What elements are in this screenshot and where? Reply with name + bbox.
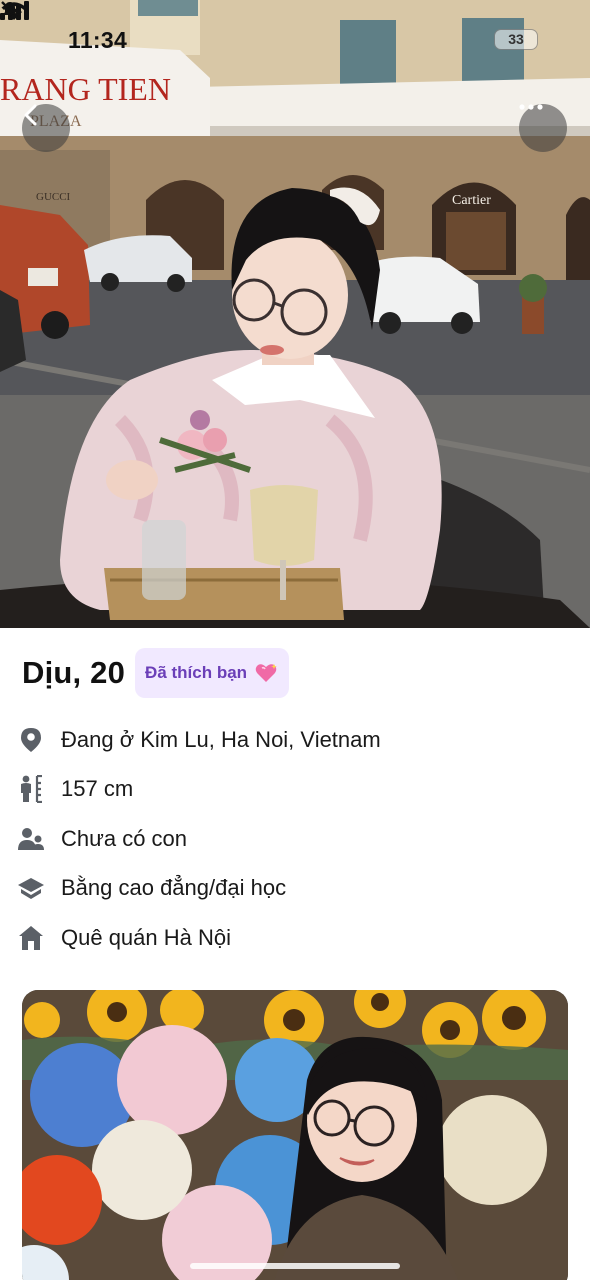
height-icon [16,774,46,804]
status-time: 11:34 [68,27,128,53]
photo-illustration-2 [22,990,568,1280]
profile-header: Dịu, 20 Đã thích bạn [22,648,290,698]
detail-height-text: 157 cm [61,776,134,802]
location-pin-icon [16,725,46,755]
chevron-left-icon [24,104,37,126]
liked-you-text: Đã thích bạn [145,663,248,682]
profile-details-list: Đang ở Kim Lu, Ha Noi, Vietnam 157 cm Ch… [16,715,576,963]
battery-level: 33 [508,31,524,47]
brand-cartier-text: Cartier [452,193,491,208]
detail-education: Bằng cao đẳng/đại học [16,864,576,914]
detail-hometown-text: Quê quán Hà Nội [61,924,231,950]
wifi-icon [1,2,27,20]
more-horizontal-icon [519,104,543,110]
detail-children: Chưa có con [16,814,576,864]
battery-indicator: 33 [494,29,538,50]
detail-education-text: Bằng cao đẳng/đại học [61,875,287,901]
detail-location: Đang ở Kim Lu, Ha Noi, Vietnam [16,715,576,765]
detail-height: 157 cm [16,765,576,815]
brand-gucci-text: GUCCI [36,191,71,203]
back-button[interactable] [22,104,70,152]
profile-name-age: Dịu, 20 [22,655,126,690]
hometown-icon [16,923,46,953]
sparkling-heart-icon [255,664,278,682]
liked-you-badge: Đã thích bạn [135,648,290,698]
home-indicator[interactable] [190,1263,400,1269]
children-icon [16,824,46,854]
status-bar: 11:34 33 [0,0,590,80]
more-options-button[interactable] [519,104,567,152]
education-icon [16,873,46,903]
detail-children-text: Chưa có con [61,825,188,851]
photo-illustration: RANG TIEN PLAZA GUCCI Cartier [0,0,590,628]
detail-location-text: Đang ở Kim Lu, Ha Noi, Vietnam [61,726,381,752]
profile-photo-main[interactable]: RANG TIEN PLAZA GUCCI Cartier [0,0,590,628]
profile-photo-2[interactable] [22,990,568,1280]
detail-hometown: Quê quán Hà Nội [16,913,576,963]
